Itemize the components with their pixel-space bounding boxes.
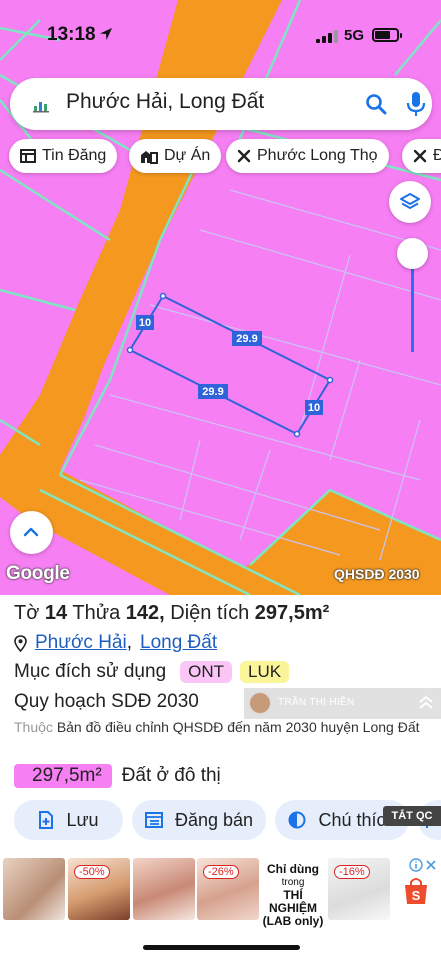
location-arrow-icon xyxy=(100,28,112,40)
ad-banner[interactable]: -50% -26% Chỉ dùng trong THÍ NGHIỆM (LAB… xyxy=(0,855,441,928)
ad-image xyxy=(3,858,65,920)
post-for-sale-button[interactable]: Đăng bán xyxy=(132,800,266,840)
ad-discount-badge: -26% xyxy=(203,865,239,879)
layers-icon xyxy=(400,193,420,209)
sheet-label: Tờ xyxy=(14,602,40,624)
post-for-sale-label: Đăng bán xyxy=(174,809,254,830)
edge-label-left: 10 xyxy=(139,317,151,329)
status-time: 13:18 xyxy=(47,24,96,45)
search-bar[interactable]: Phước Hải, Long Đất xyxy=(10,78,432,130)
add-document-icon xyxy=(39,811,54,829)
opacity-slider-handle[interactable] xyxy=(397,238,428,269)
district-link[interactable]: Long Đất xyxy=(140,632,217,654)
signal-icon xyxy=(316,30,338,43)
map-attribution: Google xyxy=(6,563,70,584)
chip-label: Phước Long Thọ xyxy=(257,147,378,164)
edge-label-right: 10 xyxy=(308,402,320,414)
purpose-label: Mục đích sử dụng xyxy=(14,661,167,682)
opacity-slider-track[interactable] xyxy=(411,255,414,352)
search-icon[interactable] xyxy=(364,92,388,116)
app-logo-icon xyxy=(33,102,49,113)
plan-source: Thuộc Bản đồ điều chỉnh QHSDĐ đến năm 20… xyxy=(14,718,434,737)
watermark-name: TRẦN THỊ HIỀN xyxy=(278,697,355,708)
ad-cta-line: (LAB only) xyxy=(262,914,324,928)
purpose-tag-ont[interactable]: ONT xyxy=(180,661,233,683)
plan-source-prefix: Thuộc xyxy=(14,719,53,735)
parcel-summary: Tờ 14 Thửa 142, Diện tích 297,5m² xyxy=(14,602,329,625)
area-value: 297,5m² xyxy=(254,602,330,624)
chip-label: Dự Án xyxy=(164,147,211,164)
layers-button[interactable] xyxy=(389,181,431,223)
chip-more[interactable]: Đ xyxy=(402,139,441,173)
plan-title: Quy hoạch SDĐ 2030 xyxy=(14,691,199,712)
svg-text:S: S xyxy=(412,888,421,903)
close-icon[interactable] xyxy=(425,859,437,871)
chevron-up-icon xyxy=(23,527,39,537)
filter-chips: Tin Đăng Dự Án Phước Long Thọ Đ xyxy=(0,139,441,175)
sheet-number: 14 xyxy=(44,602,68,624)
close-ad-button[interactable]: TẮT QC xyxy=(383,806,441,826)
save-button[interactable]: Lưu xyxy=(14,800,123,840)
microphone-icon[interactable] xyxy=(404,90,428,118)
area-label: Diện tích xyxy=(170,602,250,624)
save-button-label: Lưu xyxy=(66,809,99,830)
edge-label-top: 29.9 xyxy=(236,333,257,345)
battery-icon xyxy=(372,28,402,42)
status-bar: 13:18 5G xyxy=(0,0,441,60)
zone-name: Đất ở đô thị xyxy=(121,765,221,786)
buildings-icon xyxy=(141,151,158,164)
listing-icon xyxy=(144,812,163,828)
chip-label: Đ xyxy=(433,147,441,164)
edge-label-bottom: 29.9 xyxy=(202,386,223,398)
avatar xyxy=(248,691,272,715)
listing-icon xyxy=(20,149,36,163)
map-view[interactable]: 10 29.9 29.9 10 13:18 5G Phước Hải, Long… xyxy=(0,0,441,595)
shop-logo: S xyxy=(393,858,438,920)
chevron-stack-icon xyxy=(419,695,433,709)
plan-source-text: Bản đồ điều chỉnh QHSDĐ đến năm 2030 huy… xyxy=(56,719,420,735)
plot-label: Thửa xyxy=(72,602,121,624)
close-icon[interactable] xyxy=(413,149,427,163)
parcel-location: Phước Hải , Long Đất xyxy=(14,632,217,654)
user-watermark: TRẦN THỊ HIỀN xyxy=(244,688,441,719)
ad-image xyxy=(133,858,195,920)
location-separator: , xyxy=(126,632,132,653)
chip-label: Tin Đăng xyxy=(42,147,107,164)
chip-phuoc-long-tho[interactable]: Phước Long Thọ xyxy=(226,139,389,173)
ad-cta-line: Chỉ dùng xyxy=(267,862,319,876)
chip-tin-dang[interactable]: Tin Đăng xyxy=(9,139,118,173)
ad-cta-line: THÍ NGHIỆM xyxy=(269,888,317,915)
shopping-bag-icon: S xyxy=(405,878,427,904)
close-icon[interactable] xyxy=(237,149,251,163)
expand-button[interactable] xyxy=(10,511,53,554)
ad-discount-badge: -50% xyxy=(74,865,110,879)
chip-du-an[interactable]: Dự Án xyxy=(129,139,222,173)
zone-row: 297,5m² Đất ở đô thị xyxy=(14,764,221,788)
ad-cta-text: Chỉ dùng trong THÍ NGHIỆM (LAB only) xyxy=(260,863,326,928)
map-layer-name: QHSDĐ 2030 xyxy=(334,566,420,582)
ad-discount-badge: -16% xyxy=(334,865,370,879)
network-type: 5G xyxy=(344,27,365,44)
location-pin-icon xyxy=(14,634,27,652)
action-buttons: Lưu Đăng bán Chú thích xyxy=(0,800,441,842)
ward-link[interactable]: Phước Hải xyxy=(35,632,127,654)
purpose-tag-luk[interactable]: LUK xyxy=(240,661,290,683)
plot-number: 142, xyxy=(125,602,165,624)
info-icon[interactable] xyxy=(409,858,423,872)
zone-area: 297,5m² xyxy=(14,764,112,788)
home-indicator[interactable] xyxy=(143,945,300,950)
land-use-purpose: Mục đích sử dụng ONT LUK xyxy=(14,661,290,683)
contrast-icon xyxy=(288,811,306,829)
search-query[interactable]: Phước Hải, Long Đất xyxy=(66,90,264,114)
